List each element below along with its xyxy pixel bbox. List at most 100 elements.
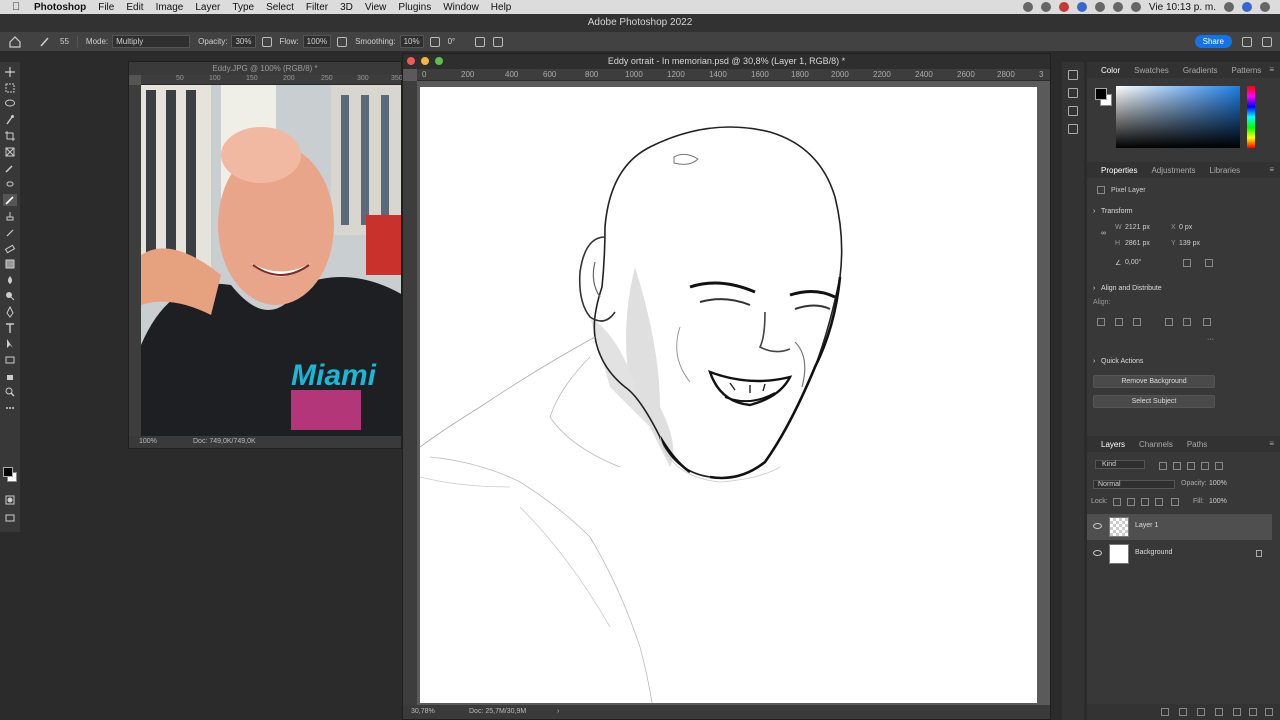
panel-menu-icon[interactable]: ≡ xyxy=(1269,439,1274,448)
photo-doc-info[interactable]: Doc: 749,0K/749,0K xyxy=(193,436,256,448)
layer-name[interactable]: Background xyxy=(1135,549,1172,556)
flow-field[interactable]: 100% xyxy=(302,35,332,48)
pen-tool-icon[interactable] xyxy=(3,306,17,318)
tab-patterns[interactable]: Patterns xyxy=(1232,66,1262,75)
new-group-icon[interactable] xyxy=(1233,708,1241,716)
minimize-window-button[interactable] xyxy=(421,57,429,65)
marquee-tool-icon[interactable] xyxy=(3,82,17,94)
link-icon[interactable]: ∞ xyxy=(1101,230,1106,237)
quick-select-tool-icon[interactable] xyxy=(3,114,17,126)
pressure-size-icon[interactable] xyxy=(475,36,486,47)
plugin-icon[interactable] xyxy=(1058,2,1069,12)
more-tools-icon[interactable] xyxy=(3,402,17,414)
smoothing-field[interactable]: 10% xyxy=(399,35,424,48)
hue-slider[interactable] xyxy=(1247,86,1255,148)
add-mask-icon[interactable] xyxy=(1197,708,1205,716)
menu-plugins[interactable]: Plugins xyxy=(398,2,431,13)
zoom-window-button[interactable] xyxy=(435,57,443,65)
lasso-tool-icon[interactable] xyxy=(3,98,17,110)
layer-filter-select[interactable]: Kind xyxy=(1095,460,1145,469)
brush-tool-icon[interactable] xyxy=(38,35,52,49)
remove-background-button[interactable]: Remove Background xyxy=(1093,375,1215,388)
document-window[interactable]: Eddy ortrait - In memorian.psd @ 30,8% (… xyxy=(402,53,1051,720)
foreground-color-chip[interactable] xyxy=(1095,88,1107,100)
photo-zoom[interactable]: 100% xyxy=(139,436,157,448)
align-left-icon[interactable] xyxy=(1097,318,1105,326)
record-icon[interactable] xyxy=(1040,2,1051,12)
menu-window[interactable]: Window xyxy=(443,2,479,13)
adjustment-layer-icon[interactable] xyxy=(1215,708,1223,716)
lock-transparent-icon[interactable] xyxy=(1113,498,1121,506)
angle-field[interactable]: 0,00° xyxy=(1125,259,1141,266)
status-expand-icon[interactable]: › xyxy=(557,705,559,719)
type-tool-icon[interactable] xyxy=(3,322,17,334)
hand-tool-icon[interactable] xyxy=(3,370,17,382)
filter-adjustment-icon[interactable] xyxy=(1173,462,1181,470)
align-middle-icon[interactable] xyxy=(1183,318,1191,326)
visibility-eye-icon[interactable] xyxy=(1093,550,1102,556)
lock-pixels-icon[interactable] xyxy=(1127,498,1135,506)
menu-filter[interactable]: Filter xyxy=(306,2,328,13)
align-top-icon[interactable] xyxy=(1165,318,1173,326)
tab-paths[interactable]: Paths xyxy=(1187,440,1207,449)
layer-row[interactable]: Background xyxy=(1087,541,1272,567)
photo-vertical-ruler[interactable] xyxy=(129,85,141,436)
lock-artboard-icon[interactable] xyxy=(1155,498,1163,506)
flip-vertical-icon[interactable] xyxy=(1205,259,1213,267)
link-layers-icon[interactable] xyxy=(1161,708,1169,716)
menu-view[interactable]: View xyxy=(365,2,387,13)
tab-properties[interactable]: Properties xyxy=(1101,166,1137,175)
angle-field[interactable]: 0° xyxy=(448,37,456,46)
blur-tool-icon[interactable] xyxy=(3,274,17,286)
panel-menu-icon[interactable]: ≡ xyxy=(1269,65,1274,74)
frame-tool-icon[interactable] xyxy=(3,146,17,158)
rectangle-tool-icon[interactable] xyxy=(3,354,17,366)
control-center-icon[interactable] xyxy=(1260,2,1270,12)
collapse-arrow-icon[interactable]: › xyxy=(1093,208,1095,215)
battery-icon[interactable] xyxy=(1130,2,1141,12)
fill-field[interactable]: 100% xyxy=(1209,498,1227,505)
search-icon[interactable] xyxy=(1224,2,1234,12)
symmetry-icon[interactable] xyxy=(493,36,504,47)
share-button[interactable]: Share xyxy=(1194,35,1232,48)
gear-icon[interactable] xyxy=(429,36,440,47)
align-bottom-icon[interactable] xyxy=(1203,318,1211,326)
quick-actions-title[interactable]: Quick Actions xyxy=(1101,358,1143,365)
color-picker-field[interactable] xyxy=(1116,86,1240,148)
cloud-icon[interactable] xyxy=(1022,2,1033,12)
collapse-arrow-icon[interactable]: › xyxy=(1093,358,1095,365)
healing-brush-tool-icon[interactable] xyxy=(3,178,17,190)
tab-layers[interactable]: Layers xyxy=(1101,440,1125,449)
crop-tool-icon[interactable] xyxy=(3,130,17,142)
tab-swatches[interactable]: Swatches xyxy=(1134,66,1169,75)
horizontal-ruler[interactable]: 0 200 400 600 800 1000 1200 1400 1600 18… xyxy=(417,69,1050,81)
tab-color[interactable]: Color xyxy=(1101,66,1120,75)
dodge-tool-icon[interactable] xyxy=(3,290,17,302)
layer-opacity-field[interactable]: 100% xyxy=(1209,480,1227,487)
screen-mode-icon[interactable] xyxy=(3,512,17,524)
mode-select[interactable]: Multiply xyxy=(112,35,191,48)
siri-icon[interactable] xyxy=(1242,2,1252,12)
new-layer-icon[interactable] xyxy=(1249,708,1257,716)
photo-horizontal-ruler[interactable]: 50 100 150 200 250 300 350 xyxy=(141,75,403,85)
filter-pixel-icon[interactable] xyxy=(1159,462,1167,470)
history-icon[interactable] xyxy=(1068,70,1078,80)
airbrush-icon[interactable] xyxy=(337,36,348,47)
layer-row[interactable]: Layer 1 xyxy=(1087,514,1272,540)
foreground-color-swatch[interactable] xyxy=(3,467,13,477)
menu-select[interactable]: Select xyxy=(266,2,294,13)
photo-window-title[interactable]: Eddy.JPG @ 100% (RGB/8) * xyxy=(129,62,401,75)
vertical-ruler[interactable] xyxy=(403,81,417,705)
canvas-area[interactable] xyxy=(417,81,1050,705)
eraser-tool-icon[interactable] xyxy=(3,242,17,254)
menu-image[interactable]: Image xyxy=(156,2,184,13)
move-tool-icon[interactable] xyxy=(3,66,17,78)
menu-app-name[interactable]: Photoshop xyxy=(34,2,86,13)
eyedropper-tool-icon[interactable] xyxy=(3,162,17,174)
history-brush-tool-icon[interactable] xyxy=(3,226,17,238)
gradient-tool-icon[interactable] xyxy=(3,258,17,270)
menu-file[interactable]: File xyxy=(98,2,114,13)
y-field[interactable]: 139 px xyxy=(1179,240,1200,247)
trash-icon[interactable] xyxy=(1265,708,1273,716)
more-options-icon[interactable]: ··· xyxy=(1207,336,1214,343)
